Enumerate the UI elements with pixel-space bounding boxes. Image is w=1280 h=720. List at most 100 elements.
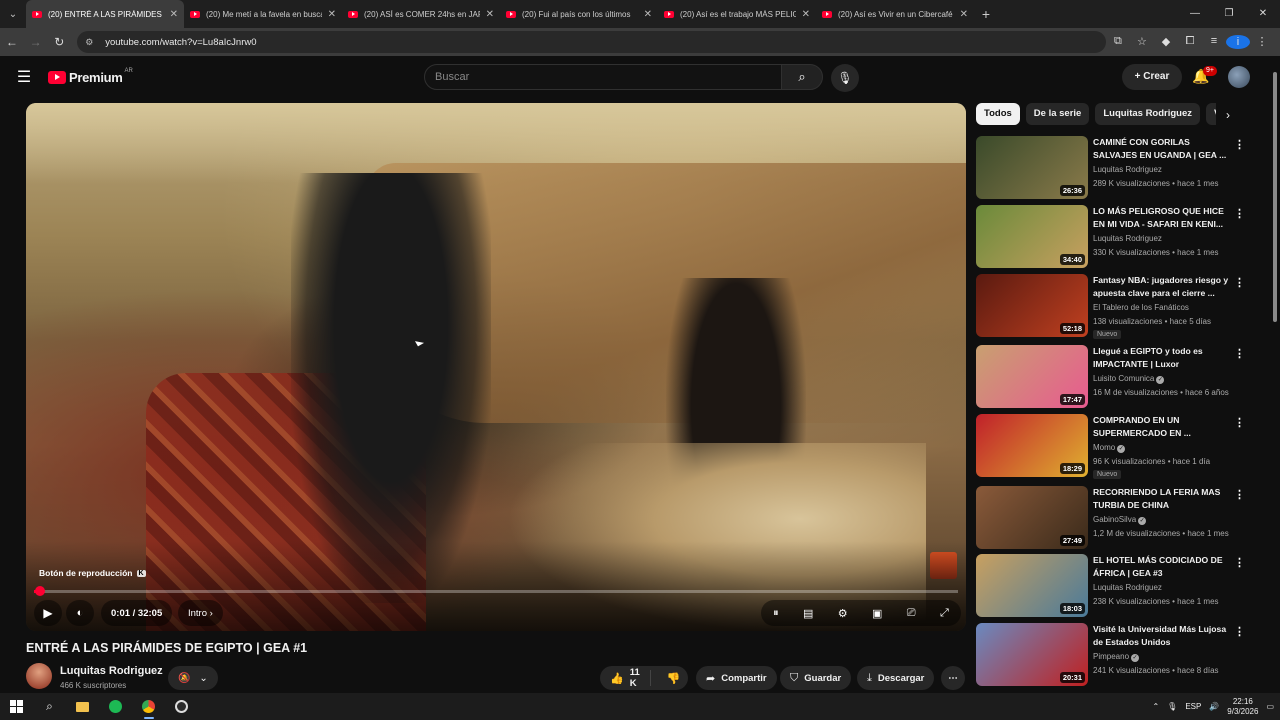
extension-icon[interactable]: ◆ — [1154, 35, 1178, 49]
volume-icon[interactable]: ◐ — [66, 600, 94, 626]
browser-menu-icon[interactable]: ⋮ — [1250, 35, 1274, 49]
video-thumbnail[interactable]: 20:31 — [976, 623, 1088, 686]
miniplayer-icon[interactable]: ▣ — [872, 607, 882, 620]
tab-search-icon[interactable]: ⌄ — [0, 0, 26, 28]
close-tab-icon[interactable]: ✕ — [170, 9, 178, 20]
close-tab-icon[interactable]: ✕ — [960, 9, 968, 20]
subscribed-notifications-button[interactable]: 🔕 ⌄ — [168, 666, 218, 690]
filter-chip[interactable]: Todos — [976, 103, 1020, 125]
volume-tray-icon[interactable]: 🔊 — [1209, 702, 1219, 711]
extensions-puzzle-icon[interactable]: ⧠ — [1178, 35, 1202, 49]
taskbar-search-icon[interactable]: ⌕ — [33, 693, 66, 720]
recommendation-title[interactable]: CAMINÉ CON GORILAS SALVAJES EN UGANDA | … — [1093, 136, 1231, 162]
video-thumbnail[interactable]: 27:49 — [976, 486, 1088, 549]
save-button[interactable]: ⛉ Guardar — [780, 666, 852, 690]
more-options-icon[interactable]: ⋮ — [1234, 488, 1245, 501]
more-options-icon[interactable]: ⋮ — [1234, 138, 1245, 151]
fullscreen-icon[interactable]: ⤢ — [940, 607, 949, 620]
video-thumbnail[interactable]: 18:03 — [976, 554, 1088, 617]
recommendation-item[interactable]: 18:03 EL HOTEL MÁS CODICIADO DE ÁFRICA | … — [976, 554, 1246, 618]
recommendation-channel[interactable]: Pimpeano ✓ — [1093, 652, 1140, 662]
scrollbar-thumb[interactable] — [1273, 72, 1277, 322]
recommendation-item[interactable]: 34:40 LO MÁS PELIGROSO QUE HICE EN MI VID… — [976, 205, 1246, 269]
autoplay-toggle-icon[interactable]: ⏸ — [773, 607, 779, 620]
chrome-icon[interactable] — [132, 693, 165, 720]
more-actions-icon[interactable]: ⋯ — [941, 666, 965, 690]
recommendation-channel[interactable]: Momo ✓ — [1093, 443, 1126, 453]
more-options-icon[interactable]: ⋮ — [1234, 207, 1245, 220]
recommendation-channel[interactable]: Luisito Comunica ✓ — [1093, 374, 1165, 384]
channel-name[interactable]: Luquitas Rodriguez — [60, 665, 163, 677]
chevron-right-icon[interactable]: › — [1218, 104, 1238, 126]
back-icon[interactable]: ← — [0, 35, 24, 49]
filter-chip[interactable]: Luquitas Rodriguez — [1095, 103, 1201, 125]
channel-avatar[interactable] — [26, 663, 52, 689]
new-tab-button[interactable]: + — [974, 6, 998, 22]
minimize-icon[interactable]: — — [1178, 0, 1212, 28]
browser-tab[interactable]: (20) Así es Vivir en un Cibercafé ✕ — [816, 0, 974, 28]
microphone-icon[interactable]: 🎙 — [831, 64, 859, 92]
bookmark-star-icon[interactable]: ☆ — [1130, 35, 1154, 49]
taskbar-clock[interactable]: 22:16 9/3/2026 — [1227, 697, 1258, 717]
more-options-icon[interactable]: ⋮ — [1234, 556, 1245, 569]
close-tab-icon[interactable]: ✕ — [802, 9, 810, 20]
windows-start-icon[interactable] — [0, 693, 33, 720]
video-thumbnail[interactable]: 52:18 — [976, 274, 1088, 337]
recommendation-title[interactable]: COMPRANDO EN UN SUPERMERCADO EN ... — [1093, 414, 1231, 440]
share-button[interactable]: ➦ Compartir — [696, 666, 777, 690]
download-button[interactable]: ⤓ Descargar — [857, 666, 935, 690]
recommendation-title[interactable]: EL HOTEL MÁS CODICIADO DE ÁFRICA | GEA #… — [1093, 554, 1231, 580]
settings-gear-icon[interactable]: ⚙ — [838, 607, 848, 620]
progress-scrubber[interactable] — [35, 586, 45, 596]
recommendation-title[interactable]: LO MÁS PELIGROSO QUE HICE EN MI VIDA - S… — [1093, 205, 1231, 231]
end-card-thumbnail[interactable] — [930, 552, 957, 579]
account-avatar[interactable] — [1228, 66, 1250, 88]
notification-center-icon[interactable]: ▭ — [1266, 702, 1274, 711]
video-thumbnail[interactable]: 34:40 — [976, 205, 1088, 268]
recommendation-title[interactable]: Llegué a EGIPTO y todo es IMPACTANTE | L… — [1093, 345, 1231, 371]
recommendation-item[interactable]: 18:29 COMPRANDO EN UN SUPERMERCADO EN ...… — [976, 414, 1246, 479]
filter-chip[interactable]: Videos — [1206, 103, 1216, 125]
play-button[interactable]: ▶ — [34, 600, 62, 626]
video-thumbnail[interactable]: 26:36 — [976, 136, 1088, 199]
filter-chip[interactable]: De la serie — [1025, 103, 1090, 125]
spotify-icon[interactable] — [99, 693, 132, 720]
cast-icon[interactable]: ⎚ — [907, 607, 916, 620]
recommendation-channel[interactable]: El Tablero de los Fanáticos — [1093, 303, 1189, 312]
more-options-icon[interactable]: ⋮ — [1234, 625, 1245, 638]
site-info-icon[interactable]: ⚙ — [85, 37, 99, 48]
search-icon[interactable]: ⌕ — [781, 64, 823, 90]
page-scrollbar[interactable] — [1270, 66, 1280, 692]
recommendation-channel[interactable]: Luquitas Rodriguez — [1093, 583, 1162, 592]
mic-tray-icon[interactable]: 🎙 — [1167, 702, 1177, 711]
recommendation-title[interactable]: RECORRIENDO LA FERIA MAS TURBIA DE CHINA — [1093, 486, 1231, 512]
like-button[interactable]: 👍 11 K — [600, 667, 651, 689]
recommendation-channel[interactable]: GabinoSilva ✓ — [1093, 515, 1147, 525]
create-button[interactable]: + Crear — [1122, 64, 1182, 90]
language-indicator[interactable]: ESP — [1185, 702, 1201, 711]
recommendation-item[interactable]: 52:18 Fantasy NBA: jugadores riesgo y apu… — [976, 274, 1246, 339]
recommendation-item[interactable]: 26:36 CAMINÉ CON GORILAS SALVAJES EN UGAN… — [976, 136, 1246, 200]
close-tab-icon[interactable]: ✕ — [644, 9, 652, 20]
forward-icon[interactable]: → — [24, 35, 48, 49]
more-options-icon[interactable]: ⋮ — [1234, 347, 1245, 360]
progress-bar[interactable] — [34, 586, 958, 596]
video-thumbnail[interactable]: 18:29 — [976, 414, 1088, 477]
recommendation-channel[interactable]: Luquitas Rodriguez — [1093, 234, 1162, 243]
url-bar[interactable]: ⚙ youtube.com/watch?v=Lu8aIcJnrw0 — [77, 31, 1106, 53]
restore-icon[interactable]: ❐ — [1212, 0, 1246, 28]
dislike-button[interactable]: 👎 — [657, 672, 691, 685]
browser-tab[interactable]: (20) ASÍ es COMER 24hs en JAPÓN ✕ — [342, 0, 500, 28]
browser-tab[interactable]: (20) Así es el trabajo MÁS PELIGROSO ✕ — [658, 0, 816, 28]
recommendation-item[interactable]: 27:49 RECORRIENDO LA FERIA MAS TURBIA DE … — [976, 486, 1246, 550]
browser-tab[interactable]: (20) Fui al país con los últimos ✕ — [500, 0, 658, 28]
media-control-icon[interactable]: ≡ — [1202, 35, 1226, 49]
chapter-button[interactable]: Intro › — [178, 600, 223, 626]
browser-tab[interactable]: (20) Me metí a la favela en busca ✕ — [184, 0, 342, 28]
recommendation-title[interactable]: Visité la Universidad Más Lujosa de Esta… — [1093, 623, 1231, 649]
file-explorer-icon[interactable] — [66, 693, 99, 720]
reload-icon[interactable]: ↻ — [47, 35, 71, 49]
video-player[interactable]: Botón de reproducción K ▶ ◐ 0:01 / 32:05… — [26, 103, 966, 631]
more-options-icon[interactable]: ⋮ — [1234, 416, 1245, 429]
profile-icon[interactable]: i — [1225, 35, 1250, 49]
